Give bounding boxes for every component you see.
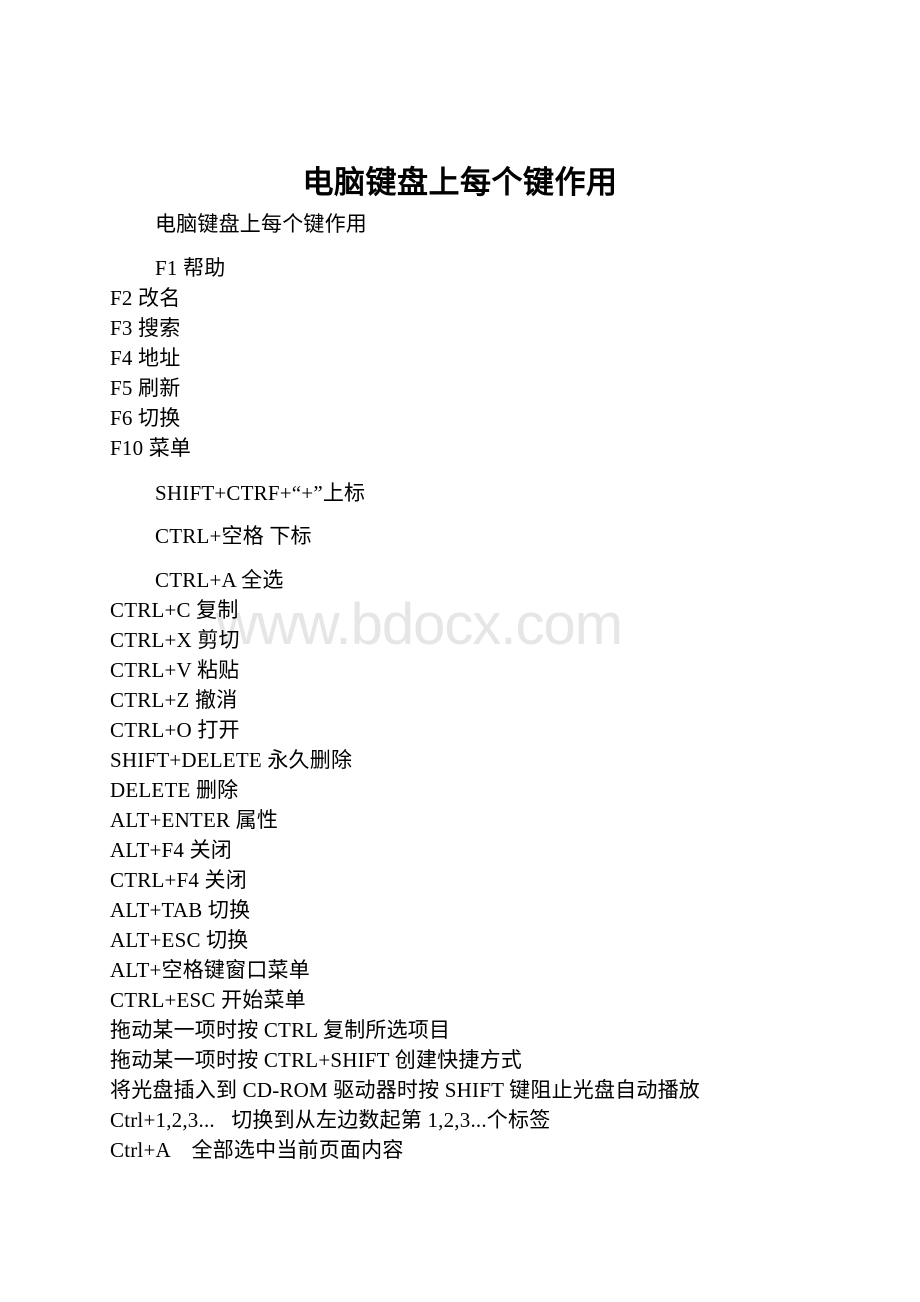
shortcut-line: 将光盘插入到 CD-ROM 驱动器时按 SHIFT 键阻止光盘自动播放 bbox=[110, 1078, 700, 1102]
shortcut-line: F1 帮助 bbox=[155, 256, 226, 280]
shortcut-line: Ctrl+1,2,3... 切换到从左边数起第 1,2,3...个标签 bbox=[110, 1108, 551, 1132]
shortcut-line: F5 刷新 bbox=[110, 376, 181, 400]
shortcut-line: CTRL+A 全选 bbox=[155, 568, 284, 592]
shortcut-line: CTRL+Z 撤消 bbox=[110, 688, 238, 712]
shortcut-line: ALT+ENTER 属性 bbox=[110, 808, 279, 832]
shortcut-line: F4 地址 bbox=[110, 346, 181, 370]
page-title: 电脑键盘上每个键作用 bbox=[302, 164, 618, 200]
shortcut-line: ALT+F4 关闭 bbox=[110, 838, 232, 862]
shortcut-line: CTRL+V 粘贴 bbox=[110, 658, 240, 682]
shortcut-line: F3 搜索 bbox=[110, 316, 181, 340]
shortcut-line: CTRL+O 打开 bbox=[110, 718, 240, 742]
shortcut-line: CTRL+ESC 开始菜单 bbox=[110, 988, 306, 1012]
site-watermark: www.bdocx.com bbox=[216, 592, 623, 657]
shortcut-line: SHIFT+DELETE 永久删除 bbox=[110, 748, 353, 772]
shortcut-line: ALT+TAB 切换 bbox=[110, 898, 251, 922]
shortcut-line: Ctrl+A 全部选中当前页面内容 bbox=[110, 1138, 404, 1162]
shortcut-line: F2 改名 bbox=[110, 286, 181, 310]
shortcut-line: 拖动某一项时按 CTRL 复制所选项目 bbox=[110, 1018, 451, 1042]
shortcut-line: CTRL+X 剪切 bbox=[110, 628, 240, 652]
shortcut-line: CTRL+空格 下标 bbox=[155, 524, 312, 548]
document-page: www.bdocx.com 电脑键盘上每个键作用 电脑键盘上每个键作用 F1 帮… bbox=[0, 0, 920, 1302]
shortcut-line: CTRL+C 复制 bbox=[110, 598, 239, 622]
shortcut-line: ALT+ESC 切换 bbox=[110, 928, 249, 952]
shortcut-line: F10 菜单 bbox=[110, 436, 192, 460]
shortcut-line: CTRL+F4 关闭 bbox=[110, 868, 247, 892]
shortcut-line: F6 切换 bbox=[110, 406, 181, 430]
shortcut-line: ALT+空格键窗口菜单 bbox=[110, 958, 310, 982]
shortcut-line: 拖动某一项时按 CTRL+SHIFT 创建快捷方式 bbox=[110, 1048, 522, 1072]
intro-line: 电脑键盘上每个键作用 bbox=[155, 212, 367, 236]
shortcut-line: DELETE 删除 bbox=[110, 778, 239, 802]
shortcut-line: SHIFT+CTRF+“+”上标 bbox=[155, 481, 366, 505]
